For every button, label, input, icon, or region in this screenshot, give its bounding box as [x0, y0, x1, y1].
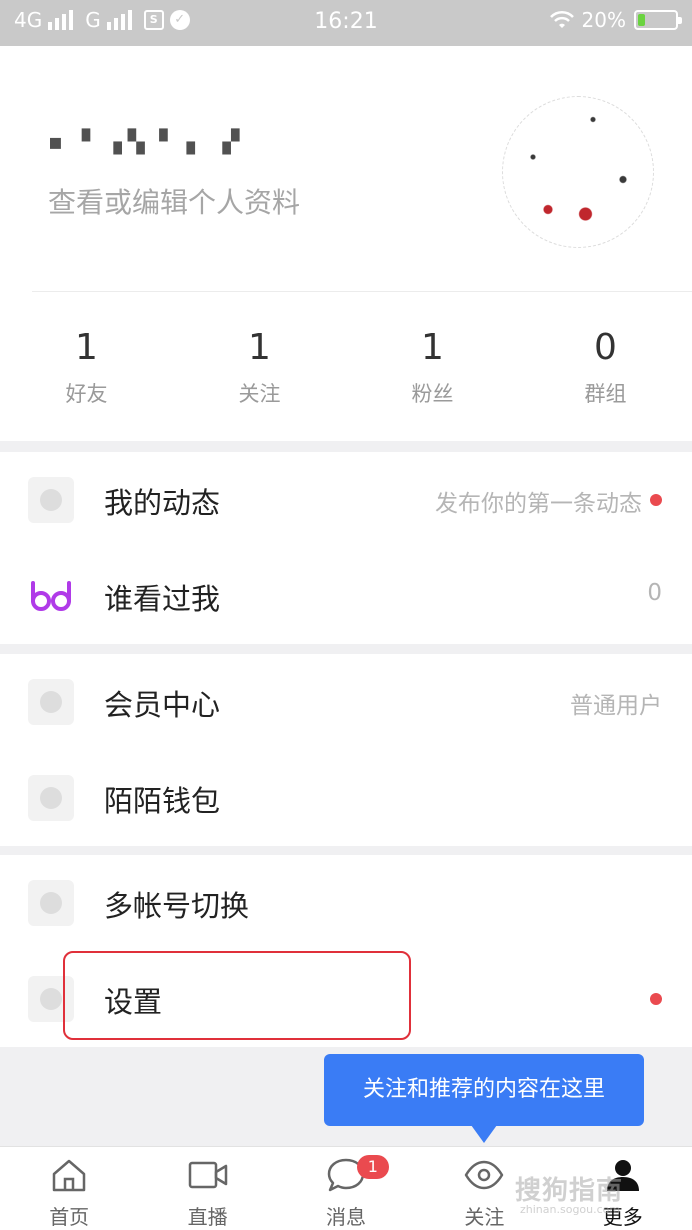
stat-label: 好友 [65, 382, 108, 406]
eye-icon [465, 1160, 504, 1190]
stats-row: 1 好友 1 关注 1 粉丝 0 群组 [0, 326, 692, 408]
menu-item-my-moments[interactable]: 我的动态 发布你的第一条动态 [0, 452, 692, 548]
stat-value: 1 [421, 327, 444, 368]
video-camera-icon [188, 1161, 227, 1189]
glasses-icon [28, 573, 74, 619]
profile-subtitle[interactable]: 查看或编辑个人资料 [48, 181, 300, 221]
stat-groups[interactable]: 0 群组 [519, 326, 692, 408]
stat-following[interactable]: 1 关注 [173, 326, 346, 408]
watermark-logo: 搜狗指南 [515, 1176, 624, 1206]
menu-item-label: 陌陌钱包 [104, 784, 221, 818]
message-badge: 1 [356, 1155, 389, 1179]
stat-label: 关注 [238, 382, 281, 406]
menu-group-2: 会员中心 普通用户 陌陌钱包 [0, 654, 692, 846]
menu-item-visitors[interactable]: 谁看过我 0 [0, 548, 692, 644]
menu-item-vip-center[interactable]: 会员中心 普通用户 [0, 654, 692, 750]
divider [32, 291, 692, 292]
follow-tooltip[interactable]: 关注和推荐的内容在这里 [324, 1054, 644, 1126]
wallet-icon [28, 775, 74, 821]
menu-item-detail: 0 [647, 580, 662, 606]
stat-fans[interactable]: 1 粉丝 [346, 326, 519, 408]
tab-messages[interactable]: 1 消息 [277, 1147, 415, 1230]
menu-group-1: 我的动态 发布你的第一条动态 谁看过我 0 [0, 452, 692, 644]
stat-friends[interactable]: 1 好友 [0, 326, 173, 408]
moments-icon [28, 477, 74, 523]
vip-icon [28, 679, 74, 725]
menu-item-label: 我的动态 [104, 486, 221, 520]
tooltip-arrow [471, 1125, 497, 1143]
stat-label: 群组 [584, 382, 627, 406]
stat-value: 1 [248, 327, 271, 368]
notification-dot [650, 494, 662, 506]
status-right: 20% [549, 8, 682, 32]
battery-icon [634, 10, 682, 30]
avatar[interactable] [502, 96, 654, 248]
tab-label: 直播 [187, 1205, 228, 1229]
tab-home[interactable]: 首页 [0, 1147, 138, 1230]
menu-item-switch-account[interactable]: 多帐号切换 [0, 855, 692, 951]
menu-item-label: 谁看过我 [104, 582, 221, 616]
status-bar: 4G G S ✓ 16:21 20% [0, 0, 692, 46]
tab-live[interactable]: 直播 [138, 1147, 276, 1230]
home-icon [52, 1159, 86, 1192]
highlight-annotation [63, 951, 411, 1040]
tab-label: 消息 [325, 1205, 366, 1229]
stat-value: 1 [75, 327, 98, 368]
stat-label: 粉丝 [411, 382, 454, 406]
stat-value: 0 [594, 327, 617, 368]
menu-item-wallet[interactable]: 陌陌钱包 [0, 750, 692, 846]
wifi-icon [549, 10, 574, 28]
tab-label: 首页 [49, 1205, 90, 1229]
notification-dot [650, 993, 662, 1005]
menu-item-label: 会员中心 [104, 688, 221, 722]
switch-account-icon [28, 880, 74, 926]
profile-name-obscured: ▪ ▘▗▚▝ ▖ ▞ [48, 130, 246, 155]
watermark-url: zhinan.sogou.com [520, 1203, 621, 1216]
menu-item-detail: 发布你的第一条动态 [435, 491, 642, 517]
battery-percent: 20% [581, 8, 626, 32]
menu-item-label: 多帐号切换 [104, 889, 250, 923]
menu-item-detail: 普通用户 [570, 693, 662, 719]
profile-header[interactable]: ▪ ▘▗▚▝ ▖ ▞ 查看或编辑个人资料 1 好友 1 关注 1 粉丝 0 群组 [0, 46, 692, 441]
